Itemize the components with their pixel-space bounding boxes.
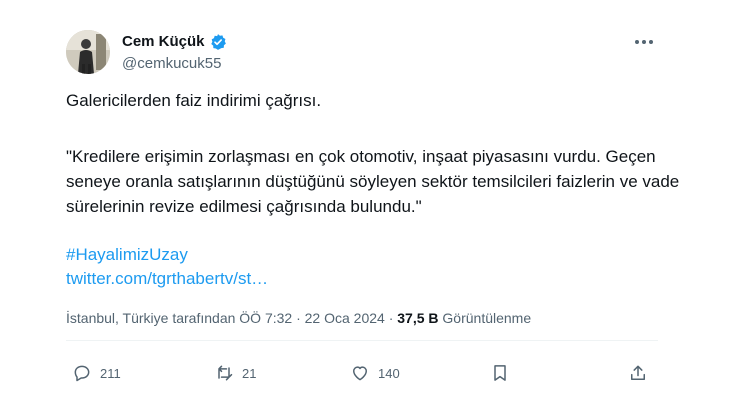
reply-button[interactable]: 211 bbox=[72, 358, 121, 388]
more-options-button[interactable] bbox=[630, 32, 658, 52]
location-time[interactable]: İstanbul, Türkiye tarafından ÖÖ 7:32 · 2… bbox=[66, 310, 397, 326]
tweet-metadata: İstanbul, Türkiye tarafından ÖÖ 7:32 · 2… bbox=[66, 308, 531, 328]
retweet-icon bbox=[218, 365, 233, 381]
retweet-count: 21 bbox=[242, 365, 257, 381]
views-label: Görüntülenme bbox=[438, 310, 532, 326]
hashtag-link[interactable]: #HayalimizUzay bbox=[66, 242, 686, 267]
bookmark-icon bbox=[494, 365, 506, 381]
external-link[interactable]: twitter.com/tgrthabertv/st… bbox=[66, 266, 686, 291]
reply-count: 211 bbox=[100, 365, 121, 381]
name-row: Cem Küçük bbox=[122, 33, 227, 51]
like-count: 140 bbox=[378, 365, 400, 381]
author-name[interactable]: Cem Küçük bbox=[122, 33, 205, 51]
like-icon bbox=[353, 366, 367, 381]
verified-badge-icon[interactable] bbox=[209, 33, 227, 51]
avatar[interactable] bbox=[66, 30, 110, 74]
bookmark-button[interactable] bbox=[490, 358, 510, 388]
reply-icon bbox=[74, 365, 90, 382]
tweet-card: Cem Küçük @cemkucuk55 Galericilerden fai… bbox=[0, 0, 730, 420]
action-bar: 211 21 140 bbox=[66, 358, 658, 388]
like-button[interactable]: 140 bbox=[350, 358, 400, 388]
author-handle[interactable]: @cemkucuk55 bbox=[122, 55, 227, 73]
tweet-text-quote: "Kredilere erişimin zorlaşması en çok ot… bbox=[66, 147, 680, 216]
more-icon bbox=[635, 40, 653, 44]
tweet-text-headline: Galericilerden faiz indirimi çağrısı. bbox=[66, 91, 322, 110]
views-count: 37,5 B bbox=[397, 310, 439, 326]
share-button[interactable] bbox=[628, 358, 648, 388]
divider bbox=[66, 340, 658, 341]
retweet-button[interactable]: 21 bbox=[214, 358, 256, 388]
author-block: Cem Küçük @cemkucuk55 bbox=[122, 33, 227, 73]
share-icon bbox=[631, 365, 645, 380]
